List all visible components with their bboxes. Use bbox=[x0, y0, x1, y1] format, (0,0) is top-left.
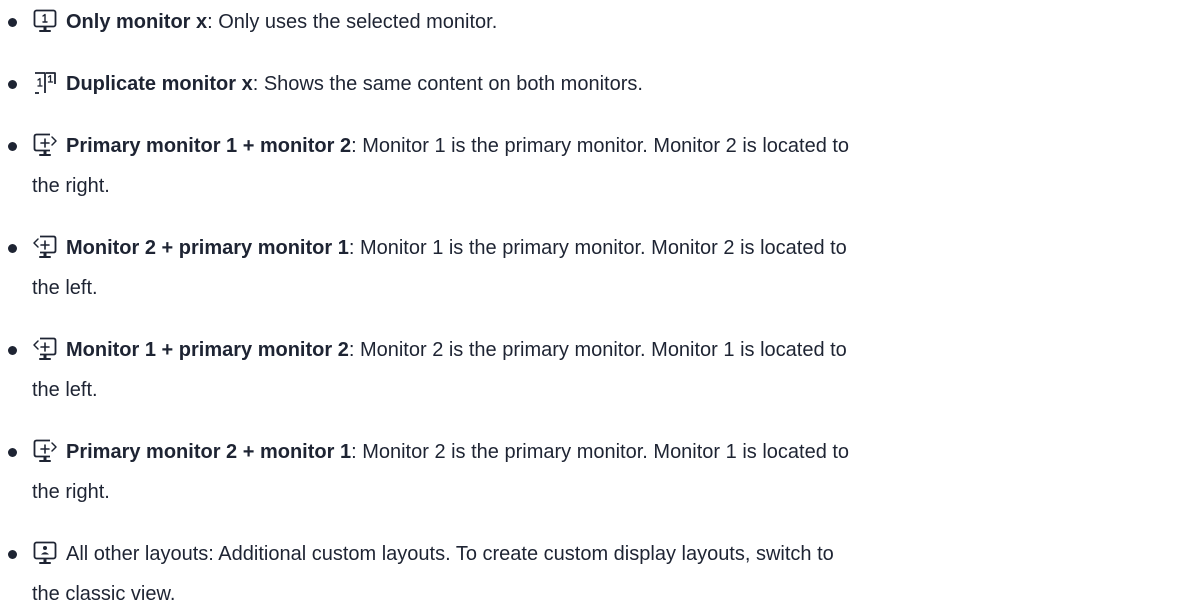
list-item-text-continued: the right. bbox=[32, 481, 110, 503]
monitor-extend-right-icon bbox=[32, 438, 58, 464]
bullet bbox=[8, 244, 17, 253]
term: Monitor 1 + primary monitor 2 bbox=[66, 339, 349, 361]
list-item-text: Monitor 2 + primary monitor 1: Monitor 1… bbox=[32, 226, 1172, 270]
list-item-text: Primary monitor 1 + monitor 2: Monitor 1… bbox=[32, 124, 1172, 168]
bullet bbox=[8, 448, 17, 457]
description: : Monitor 1 is the primary monitor. Moni… bbox=[351, 135, 850, 157]
monitor-single-1-icon bbox=[32, 8, 58, 34]
monitor-extend-left-icon bbox=[32, 234, 58, 260]
list-item-text-continued: the classic view. bbox=[32, 583, 176, 605]
description: : Monitor 1 is the primary monitor. Moni… bbox=[348, 237, 847, 259]
term: Duplicate monitor x bbox=[66, 73, 253, 95]
list-item-text: Monitor 1 + primary monitor 2: Monitor 2… bbox=[32, 328, 1172, 372]
description: : Monitor 2 is the primary monitor. Moni… bbox=[351, 441, 850, 463]
list-item-text-continued: the left. bbox=[32, 277, 98, 299]
bullet bbox=[8, 18, 17, 27]
bullet bbox=[8, 550, 17, 559]
list-item-text: All other layouts: Additional custom lay… bbox=[32, 532, 1172, 576]
monitor-duplicate-icon bbox=[32, 70, 58, 96]
monitor-custom-layout-icon bbox=[32, 540, 58, 566]
term: Primary monitor 1 + monitor 2 bbox=[66, 135, 352, 157]
term: Monitor 2 + primary monitor 1 bbox=[66, 237, 349, 259]
term: Primary monitor 2 + monitor 1 bbox=[66, 441, 352, 463]
description: : Only uses the selected monitor. bbox=[207, 11, 498, 33]
list-item-text: Only monitor x: Only uses the selected m… bbox=[32, 0, 1172, 44]
term: Only monitor x bbox=[66, 11, 208, 33]
monitor-extend-left-icon bbox=[32, 336, 58, 362]
bullet bbox=[8, 346, 17, 355]
description: All other layouts: Additional custom lay… bbox=[66, 543, 834, 565]
list-item-text-continued: the left. bbox=[32, 379, 98, 401]
bullet bbox=[8, 142, 17, 151]
description: : Shows the same content on both monitor… bbox=[252, 73, 643, 95]
list-item-text-continued: the right. bbox=[32, 175, 110, 197]
list-item-text: Primary monitor 2 + monitor 1: Monitor 2… bbox=[32, 430, 1172, 474]
bullet bbox=[8, 80, 17, 89]
description: : Monitor 2 is the primary monitor. Moni… bbox=[348, 339, 847, 361]
list-item-text: Duplicate monitor x: Shows the same cont… bbox=[32, 62, 1172, 106]
monitor-extend-right-icon bbox=[32, 132, 58, 158]
